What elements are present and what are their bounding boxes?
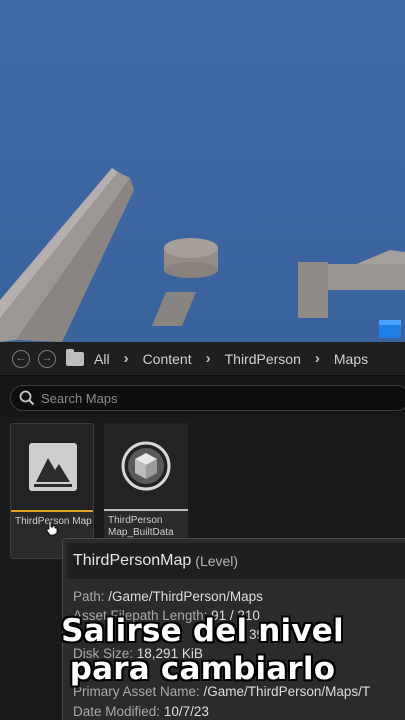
back-arrow-icon[interactable]: ←	[12, 349, 30, 368]
tooltip-value: 10/7/23	[163, 704, 209, 719]
tooltip-row-date-modified: Date Modified: 10/7/23	[73, 704, 209, 719]
caption-line-1: Salirse del nivel	[61, 613, 344, 649]
viewport-scene	[0, 168, 405, 342]
search-box[interactable]	[10, 385, 405, 411]
asset-type-bar	[104, 509, 188, 511]
tooltip-value: /Game/ThirdPerson/Maps	[108, 589, 263, 604]
breadcrumb-maps[interactable]: Maps	[334, 351, 368, 367]
tooltip-key: Date Modified:	[73, 704, 161, 719]
breadcrumb-all[interactable]: All	[94, 351, 110, 367]
folder-icon[interactable]	[66, 348, 84, 366]
chevron-right-icon[interactable]: ›	[124, 350, 129, 367]
forward-arrow-icon[interactable]: →	[38, 349, 56, 368]
built-data-icon	[121, 441, 171, 491]
tooltip-type: (Level)	[195, 553, 239, 569]
search-icon	[19, 390, 35, 406]
asset-type-bar	[11, 510, 93, 512]
breadcrumb-content[interactable]: Content	[143, 351, 192, 367]
breadcrumb-thirdperson[interactable]: ThirdPerson	[225, 351, 301, 367]
level-map-icon	[29, 443, 77, 491]
asset-thumbnail	[104, 423, 188, 509]
level-viewport[interactable]	[0, 0, 405, 342]
video-caption: Salirse del nivel para cambiarlo	[0, 612, 405, 688]
chevron-right-icon[interactable]: ›	[315, 350, 320, 367]
hand-cursor-icon	[46, 520, 58, 536]
tooltip-title: ThirdPersonMap	[73, 552, 192, 569]
search-row	[0, 377, 405, 417]
caption-line-2: para cambiarlo	[69, 651, 336, 687]
chevron-right-icon[interactable]: ›	[206, 350, 211, 367]
tooltip-row-path: Path: /Game/ThirdPerson/Maps	[73, 589, 263, 604]
content-browser-nav: ← → All › Content › ThirdPerson › Maps	[0, 342, 405, 376]
search-input[interactable]	[41, 390, 371, 406]
asset-thumbnail	[11, 424, 93, 510]
asset-name: ThirdPerson Map_BuiltData	[108, 515, 174, 538]
tooltip-key: Path:	[73, 589, 105, 604]
tooltip-header: ThirdPersonMap (Level)	[67, 543, 405, 579]
